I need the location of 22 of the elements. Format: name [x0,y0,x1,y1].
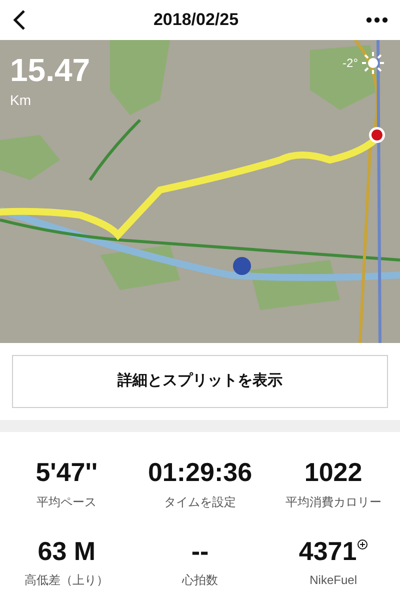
stat-value: 4371 [298,534,357,567]
stat-label: タイムを設定 [164,494,236,510]
more-icon[interactable] [366,17,388,23]
plus-circle-icon [356,538,368,550]
stat-value: -- [191,534,209,567]
stat-label: 心拍数 [182,572,218,589]
sun-icon [362,52,384,74]
distance-value: 15.47 [10,54,90,86]
stat-value: 5'47'' [36,456,98,488]
date-title: 2018/02/25 [153,9,239,32]
stat-label: NikeFuel [310,572,357,589]
stat-value: 01:29:36 [148,456,252,488]
stat-value: 1022 [304,456,362,488]
distance-unit: Km [10,91,32,110]
details-button[interactable]: 詳細とスプリットを表示 [12,355,388,408]
stat-label: 高低差（上り） [24,572,109,589]
location-pin-icon [368,126,386,144]
stat-label: 平均ペース [36,494,97,510]
stat-value: 63 M [38,534,96,567]
back-icon[interactable] [12,9,26,31]
stat-label: 平均消費カロリー [285,494,382,510]
temperature: -2° [342,55,358,72]
